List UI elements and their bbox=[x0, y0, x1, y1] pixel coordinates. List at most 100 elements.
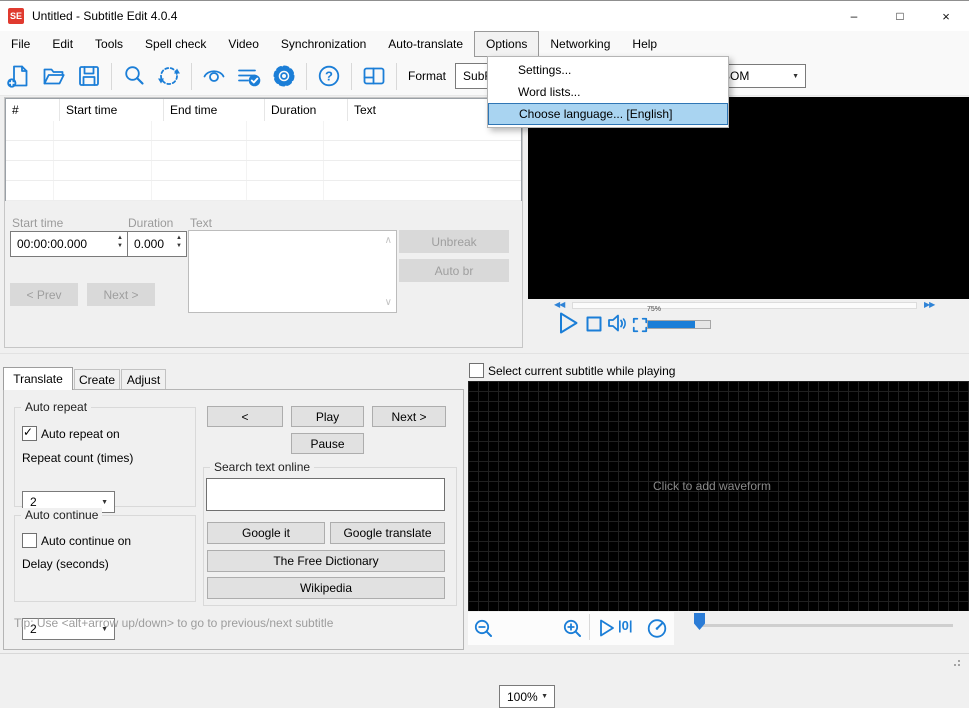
subtitle-list-header: # Start time End time Duration Text bbox=[6, 99, 521, 121]
start-time-value: 00:00:00.000 bbox=[17, 237, 87, 251]
column-duration[interactable]: Duration bbox=[265, 99, 348, 121]
splitter[interactable] bbox=[0, 353, 969, 354]
auto-continue-checkbox[interactable] bbox=[22, 533, 37, 548]
speaker-icon bbox=[606, 311, 630, 335]
video-play-button[interactable] bbox=[554, 310, 580, 339]
unbreak-button[interactable]: Unbreak bbox=[399, 230, 509, 253]
spell-check-icon bbox=[236, 63, 262, 89]
video-fullscreen-button[interactable] bbox=[632, 317, 648, 336]
menu-spell-check[interactable]: Spell check bbox=[134, 31, 217, 57]
table-row bbox=[6, 141, 521, 161]
app-logo-icon: SE bbox=[8, 8, 24, 24]
play-button[interactable]: Play bbox=[291, 406, 364, 427]
repeat-count-label: Repeat count (times) bbox=[22, 451, 133, 465]
video-mute-button[interactable] bbox=[606, 311, 630, 338]
spinner-arrows-icon[interactable]: ▲▼ bbox=[117, 234, 123, 250]
select-current-subtitle-checkbox[interactable] bbox=[469, 363, 484, 378]
google-it-button[interactable]: Google it bbox=[207, 522, 325, 544]
menu-item-word-lists[interactable]: Word lists... bbox=[488, 81, 728, 103]
waveform-zoom-out-button[interactable] bbox=[473, 618, 494, 642]
playback-speed-button[interactable] bbox=[645, 616, 669, 643]
search-icon bbox=[121, 63, 147, 89]
settings-button[interactable] bbox=[271, 63, 297, 89]
menu-synchronization[interactable]: Synchronization bbox=[270, 31, 377, 57]
delay-label: Delay (seconds) bbox=[22, 557, 109, 571]
rewind-icon[interactable]: ◀◀ bbox=[554, 300, 564, 309]
toolbar-separator bbox=[306, 63, 307, 90]
video-stop-button[interactable] bbox=[586, 316, 602, 335]
menu-item-settings[interactable]: Settings... bbox=[488, 59, 728, 81]
waveform-zoom-in-button[interactable] bbox=[562, 618, 583, 642]
menu-video[interactable]: Video bbox=[217, 31, 269, 57]
center-view-button[interactable]: |0| bbox=[618, 618, 633, 633]
slider-handle[interactable] bbox=[694, 613, 705, 630]
layout-button[interactable] bbox=[361, 63, 387, 89]
tip-text: Tip: Use <alt+arrow up/down> to go to pr… bbox=[14, 616, 333, 630]
column-number[interactable]: # bbox=[6, 99, 60, 121]
next-button[interactable]: Next > bbox=[87, 283, 155, 306]
prev-button[interactable]: < Prev bbox=[10, 283, 78, 306]
scroll-down-icon[interactable]: ∨ bbox=[385, 297, 392, 308]
text-label: Text bbox=[190, 216, 212, 230]
close-button[interactable]: × bbox=[923, 1, 969, 31]
search-text-input[interactable] bbox=[206, 478, 445, 511]
title-bar: SE Untitled - Subtitle Edit 4.0.4 – □ × bbox=[0, 1, 969, 31]
forward-icon[interactable]: ▶▶ bbox=[924, 300, 934, 309]
menu-bar: File Edit Tools Spell check Video Synchr… bbox=[0, 31, 969, 57]
auto-br-button[interactable]: Auto br bbox=[399, 259, 509, 282]
start-time-spinner[interactable]: 00:00:00.000 ▲▼ bbox=[10, 231, 128, 257]
free-dictionary-button[interactable]: The Free Dictionary bbox=[207, 550, 445, 572]
duration-spinner[interactable]: 0.000 ▲▼ bbox=[127, 231, 187, 257]
scroll-up-icon[interactable]: ∧ bbox=[385, 235, 392, 246]
menu-help[interactable]: Help bbox=[621, 31, 668, 57]
replace-button[interactable] bbox=[156, 63, 182, 89]
spell-check-button[interactable] bbox=[236, 63, 262, 89]
next-subtitle-button[interactable]: Next > bbox=[372, 406, 446, 427]
menu-networking[interactable]: Networking bbox=[539, 31, 621, 57]
open-file-button[interactable] bbox=[41, 63, 67, 89]
layout-icon bbox=[361, 63, 387, 89]
play-icon bbox=[596, 618, 616, 638]
tab-create[interactable]: Create bbox=[74, 369, 120, 389]
maximize-button[interactable]: □ bbox=[877, 1, 923, 31]
waveform-position-slider[interactable] bbox=[702, 624, 953, 627]
waveform-zoom-combobox[interactable]: 100% ▼ bbox=[499, 685, 555, 708]
waveform-area[interactable]: Click to add waveform bbox=[468, 381, 969, 611]
help-icon: ? bbox=[316, 63, 342, 89]
find-button[interactable] bbox=[121, 63, 147, 89]
menu-item-choose-language[interactable]: Choose language... [English] bbox=[488, 103, 728, 125]
menu-edit[interactable]: Edit bbox=[41, 31, 84, 57]
menu-tools[interactable]: Tools bbox=[84, 31, 134, 57]
menu-auto-translate[interactable]: Auto-translate bbox=[377, 31, 474, 57]
subtitle-text-area[interactable]: ∧ ∨ bbox=[188, 230, 397, 313]
wikipedia-button[interactable]: Wikipedia bbox=[207, 577, 445, 599]
save-button[interactable] bbox=[76, 63, 102, 89]
new-file-button[interactable] bbox=[6, 63, 32, 89]
volume-slider[interactable] bbox=[647, 320, 711, 329]
google-translate-button[interactable]: Google translate bbox=[330, 522, 445, 544]
tab-translate[interactable]: Translate bbox=[3, 367, 73, 390]
pause-button[interactable]: Pause bbox=[291, 433, 364, 454]
minimize-button[interactable]: – bbox=[831, 1, 877, 31]
visual-sync-button[interactable] bbox=[201, 63, 227, 89]
tab-adjust[interactable]: Adjust bbox=[121, 369, 166, 389]
help-button[interactable]: ? bbox=[316, 63, 342, 89]
back-button[interactable]: < bbox=[207, 406, 283, 427]
waveform-placeholder: Click to add waveform bbox=[653, 479, 771, 493]
menu-options[interactable]: Options bbox=[474, 31, 539, 57]
video-seek-bar[interactable] bbox=[572, 302, 917, 309]
search-online-label: Search text online bbox=[210, 460, 314, 474]
waveform-play-button[interactable] bbox=[596, 618, 616, 641]
select-current-subtitle-label: Select current subtitle while playing bbox=[488, 364, 675, 378]
column-start-time[interactable]: Start time bbox=[60, 99, 164, 121]
repeat-count-value: 2 bbox=[30, 495, 37, 509]
subtitle-list[interactable]: # Start time End time Duration Text bbox=[5, 98, 522, 201]
spinner-arrows-icon[interactable]: ▲▼ bbox=[176, 234, 182, 250]
auto-repeat-checkbox[interactable]: ✓ bbox=[22, 426, 37, 441]
gear-icon bbox=[271, 63, 297, 89]
zoom-in-icon bbox=[562, 618, 583, 639]
waveform-zoom-value: 100% bbox=[507, 690, 538, 704]
column-end-time[interactable]: End time bbox=[164, 99, 265, 121]
volume-percent: 75% bbox=[647, 306, 661, 313]
menu-file[interactable]: File bbox=[0, 31, 41, 57]
